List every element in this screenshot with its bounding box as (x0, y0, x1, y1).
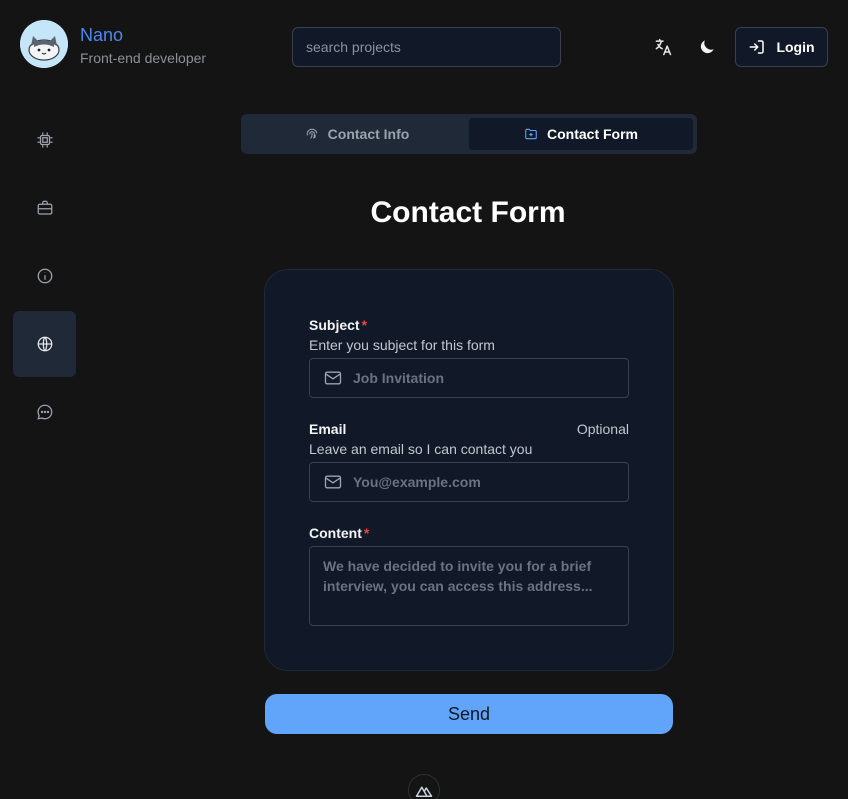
required-mark: * (361, 317, 368, 333)
tab-label: Contact Info (327, 126, 410, 142)
subject-hint: Enter you subject for this form (309, 337, 495, 353)
login-icon (749, 40, 765, 54)
optional-label: Optional (576, 421, 629, 437)
cpu-icon (37, 132, 52, 148)
email-field (309, 462, 629, 502)
sidebar-item-globe[interactable] (13, 311, 76, 377)
tab-contact-info[interactable]: Contact Info (245, 118, 469, 150)
header: Nano Front-end developer Login (0, 0, 848, 94)
tab-bar: Contact Info Contact Form (241, 114, 697, 154)
subject-input[interactable] (353, 370, 603, 386)
content-textarea[interactable] (309, 546, 629, 626)
moon-icon[interactable] (693, 33, 721, 61)
sidebar-item-cpu[interactable] (13, 107, 76, 173)
profile-name: Nano (80, 25, 124, 45)
avatar[interactable] (20, 20, 68, 68)
email-hint: Leave an email so I can contact you (309, 441, 533, 457)
tab-label: Contact Form (547, 126, 638, 142)
globe-icon (37, 336, 52, 352)
email-input[interactable] (353, 474, 603, 490)
translate-icon[interactable] (649, 33, 677, 61)
folder-icon (525, 128, 537, 140)
subject-label: Subject * (309, 317, 367, 333)
tab-contact-form[interactable]: Contact Form (469, 118, 693, 150)
mail-icon (324, 371, 342, 385)
email-label: Email (309, 421, 347, 437)
subject-label-text: Subject (309, 317, 360, 333)
fingerprint-icon (306, 128, 317, 139)
sidebar-item-info[interactable] (13, 243, 76, 309)
contact-form-card: Subject * Enter you subject for this form… (264, 269, 674, 671)
sidebar-item-chat[interactable] (13, 379, 76, 445)
mail-icon (324, 475, 342, 489)
search-input[interactable] (292, 27, 561, 67)
send-button[interactable]: Send (265, 694, 673, 734)
content-label: Content * (309, 525, 369, 541)
content-label-text: Content (309, 525, 362, 541)
page-title: Contact Form (370, 196, 566, 229)
subject-field (309, 358, 629, 398)
info-icon (37, 268, 52, 284)
login-button[interactable]: Login (735, 27, 828, 67)
profile-role: Front-end developer (80, 50, 207, 66)
chat-icon (36, 404, 52, 420)
nuxt-icon[interactable] (408, 774, 440, 799)
login-label: Login (776, 39, 815, 55)
required-mark: * (363, 525, 370, 541)
